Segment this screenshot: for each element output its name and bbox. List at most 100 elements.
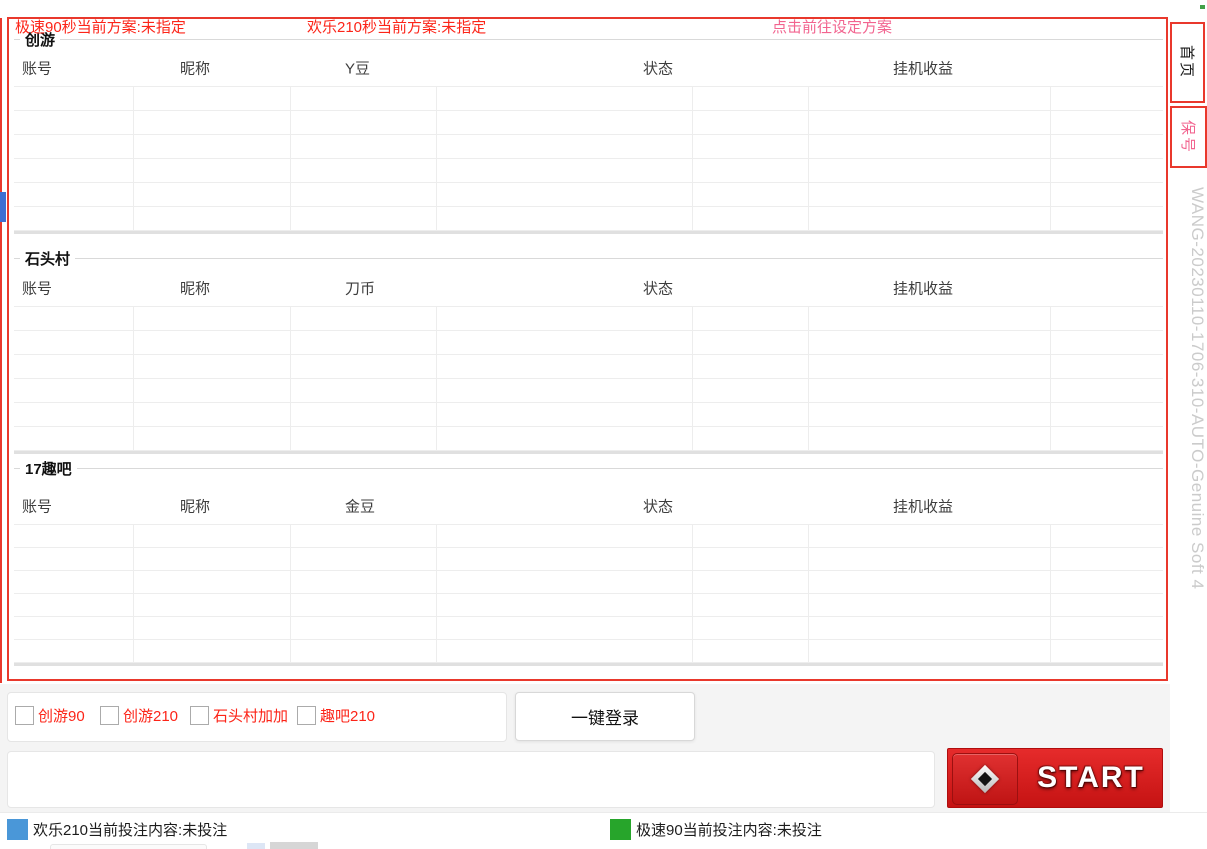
corner-artifact	[1200, 5, 1205, 9]
one-key-login-button[interactable]: 一键登录	[515, 692, 695, 741]
table-row	[14, 135, 1163, 159]
speed90-plan-status: 极速90秒当前方案:未指定	[15, 0, 186, 55]
legend-line	[14, 258, 20, 259]
start-button-label: START	[1020, 749, 1162, 807]
column-separator	[133, 87, 134, 231]
table-row	[14, 594, 1163, 617]
column-header-idle-income: 挂机收益	[893, 58, 953, 79]
background-window-fragment	[270, 842, 318, 849]
table-body[interactable]	[14, 306, 1163, 451]
column-separator	[133, 525, 134, 663]
column-header-currency: 金豆	[345, 496, 375, 517]
table-header-row: 账号 昵称 金豆 状态 挂机收益	[14, 488, 1163, 524]
checkbox-box	[297, 706, 316, 725]
column-header-account: 账号	[22, 58, 52, 79]
column-header-account: 账号	[22, 496, 52, 517]
group-title: 石头村	[25, 248, 70, 269]
table-row	[14, 640, 1163, 663]
column-separator	[1050, 87, 1051, 231]
start-button[interactable]: START	[947, 748, 1163, 808]
checkbox-label: 趣吧210	[320, 705, 375, 726]
account-table: 账号 昵称 Y豆 状态 挂机收益	[14, 50, 1163, 234]
table-bottom-strip	[14, 231, 1163, 234]
column-header-status: 状态	[643, 278, 673, 299]
column-separator	[436, 525, 437, 663]
tab-keep-account[interactable]: 保号	[1170, 106, 1207, 168]
checkbox-chuangyou90[interactable]: 创游90	[15, 705, 85, 726]
diamond-icon	[971, 765, 999, 793]
table-row	[14, 159, 1163, 183]
column-header-nickname: 昵称	[180, 496, 210, 517]
checkbox-quba210[interactable]: 趣吧210	[297, 705, 375, 726]
plan-status-panel	[7, 751, 935, 808]
column-separator	[290, 87, 291, 231]
happy210-color-chip	[7, 819, 28, 840]
checkbox-box	[190, 706, 209, 725]
table-row	[14, 331, 1163, 355]
table-body[interactable]	[14, 524, 1163, 663]
group-legend: 17趣吧	[14, 459, 1163, 477]
table-row	[14, 379, 1163, 403]
group-legend: 石头村	[14, 249, 1163, 267]
background-window-fragment	[50, 844, 207, 849]
window-edge-line	[0, 18, 2, 683]
checkbox-shitoucun[interactable]: 石头村加加	[190, 705, 288, 726]
checkbox-label: 创游210	[123, 705, 178, 726]
column-header-idle-income: 挂机收益	[893, 278, 953, 299]
column-separator	[436, 87, 437, 231]
set-plan-link[interactable]: 点击前往设定方案	[772, 0, 892, 55]
column-separator	[1050, 525, 1051, 663]
checkbox-chuangyou210[interactable]: 创游210	[100, 705, 178, 726]
table-row	[14, 525, 1163, 548]
checkbox-box	[15, 706, 34, 725]
column-separator	[1050, 307, 1051, 451]
background-window-fragment	[0, 192, 6, 222]
table-row	[14, 617, 1163, 640]
column-separator	[808, 87, 809, 231]
checkbox-box	[100, 706, 119, 725]
table-body[interactable]	[14, 86, 1163, 231]
table-row	[14, 87, 1163, 111]
column-header-idle-income: 挂机收益	[893, 496, 953, 517]
column-separator	[692, 307, 693, 451]
column-separator	[692, 87, 693, 231]
legend-line	[60, 39, 1163, 40]
legend-line	[14, 468, 20, 469]
speed90-bet-status: 极速90当前投注内容:未投注	[636, 813, 822, 849]
table-row	[14, 355, 1163, 379]
background-window-fragment	[247, 843, 265, 849]
table-row	[14, 183, 1163, 207]
column-separator	[133, 307, 134, 451]
column-header-status: 状态	[643, 496, 673, 517]
checkbox-label: 石头村加加	[213, 705, 288, 726]
table-header-row: 账号 昵称 刀币 状态 挂机收益	[14, 270, 1163, 306]
column-header-account: 账号	[22, 278, 52, 299]
column-header-nickname: 昵称	[180, 58, 210, 79]
legend-line	[77, 468, 1163, 469]
table-row	[14, 403, 1163, 427]
table-row	[14, 307, 1163, 331]
tab-home[interactable]: 首页	[1170, 22, 1205, 103]
table-row	[14, 111, 1163, 135]
start-button-tile	[952, 753, 1018, 805]
column-separator	[808, 307, 809, 451]
legend-line	[75, 258, 1163, 259]
table-bottom-strip	[14, 451, 1163, 454]
column-header-currency: 刀币	[345, 278, 375, 299]
group-title: 17趣吧	[25, 458, 72, 479]
column-separator	[290, 525, 291, 663]
table-row	[14, 427, 1163, 451]
happy210-plan-status: 欢乐210秒当前方案:未指定	[307, 0, 486, 55]
column-separator	[290, 307, 291, 451]
column-separator	[692, 525, 693, 663]
speed90-color-chip	[610, 819, 631, 840]
table-row	[14, 207, 1163, 231]
app-window: 创游 账号 昵称 Y豆 状态 挂机收益 石头村 账号 昵称 刀币	[0, 0, 1207, 849]
checkbox-label: 创游90	[38, 705, 85, 726]
column-separator	[808, 525, 809, 663]
column-header-status: 状态	[643, 58, 673, 79]
account-table: 账号 昵称 刀币 状态 挂机收益	[14, 270, 1163, 454]
column-header-nickname: 昵称	[180, 278, 210, 299]
column-header-currency: Y豆	[345, 58, 370, 79]
group-legend: 创游	[14, 30, 1163, 48]
